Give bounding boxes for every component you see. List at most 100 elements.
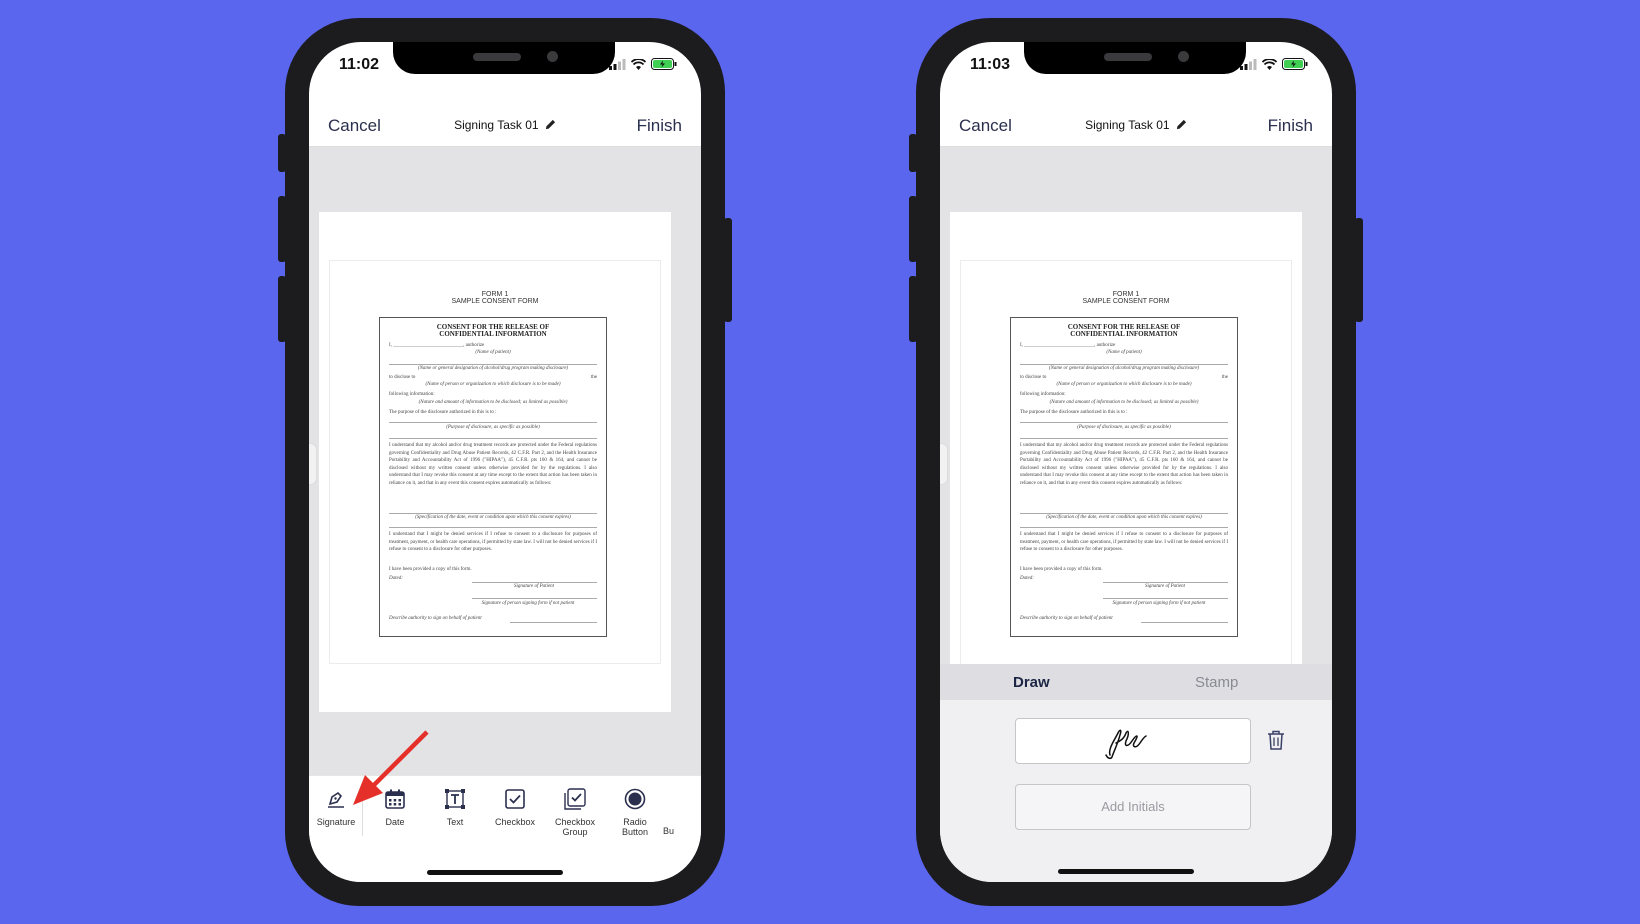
- form-line: [1103, 598, 1228, 599]
- form-text: I have been provided a copy of this form…: [389, 567, 472, 572]
- tool-text[interactable]: Text: [428, 788, 482, 827]
- form-paragraph: I understand that I might be denied serv…: [1020, 532, 1228, 552]
- finish-button[interactable]: Finish: [1268, 116, 1313, 136]
- form-line: [510, 622, 597, 623]
- left-screen: 11:02 Cancel Signing Task 01 Finish FORM…: [309, 42, 701, 882]
- form-line: [1020, 527, 1228, 528]
- form-hint: (Nature and amount of information to be …: [1049, 400, 1199, 405]
- status-time: 11:03: [970, 56, 1011, 73]
- pencil-edit-icon[interactable]: [1176, 119, 1187, 130]
- form-line: [1103, 582, 1228, 583]
- add-initials-button[interactable]: Add Initials: [1015, 784, 1251, 830]
- form-hint: (Name of patient): [475, 350, 511, 355]
- form-hint: (Specification of the date, event or con…: [1046, 515, 1202, 520]
- consent-form: CONSENT FOR THE RELEASE OF CONFIDENTIAL …: [379, 317, 607, 637]
- form-text: the: [590, 375, 597, 380]
- form-text: The purpose of the disclosure authorized…: [1020, 410, 1128, 415]
- checkbox-icon: [505, 789, 525, 809]
- notch: [393, 42, 615, 74]
- tool-date[interactable]: Date: [368, 788, 422, 827]
- form-title-line: CONFIDENTIAL INFORMATION: [1070, 330, 1178, 338]
- document-page: FORM 1 SAMPLE CONSENT FORM CONSENT FOR T…: [950, 212, 1302, 665]
- form-line: [389, 527, 597, 528]
- form-paragraph: I understand that my alcohol and/or drug…: [389, 443, 597, 486]
- form-line: [472, 598, 597, 599]
- tool-label: Checkbox: [494, 817, 536, 827]
- form-line: [389, 364, 597, 365]
- form-text: Dated:: [389, 576, 403, 581]
- page-scroll-handle[interactable]: [309, 443, 317, 485]
- task-title-text: Signing Task 01: [454, 118, 539, 132]
- tab-stamp[interactable]: Stamp: [1195, 674, 1238, 691]
- field-toolbar: Signature Date Text Checkbox Checkbox Gr…: [309, 775, 701, 882]
- tool-signature[interactable]: Signature: [309, 788, 363, 827]
- signature-tabs: Draw Stamp: [940, 664, 1332, 700]
- tool-partial[interactable]: Bu: [663, 788, 693, 836]
- toolbar-divider: [362, 788, 363, 836]
- form-line: [1141, 622, 1228, 623]
- form-line: [472, 582, 597, 583]
- page-scroll-handle[interactable]: [940, 443, 948, 485]
- form-heading: FORM 1 SAMPLE CONSENT FORM: [961, 291, 1291, 305]
- battery-charging-icon: [651, 58, 677, 70]
- document-viewer[interactable]: FORM 1 SAMPLE CONSENT FORM CONSENT FOR T…: [940, 147, 1332, 665]
- form-line: [389, 513, 597, 514]
- tab-draw[interactable]: Draw: [1013, 674, 1050, 691]
- tool-label: Bu: [663, 826, 675, 836]
- form-heading: FORM 1 SAMPLE CONSENT FORM: [330, 291, 660, 305]
- tool-label: Signature: [316, 817, 356, 827]
- status-icons: [609, 58, 677, 70]
- pencil-edit-icon[interactable]: [545, 119, 556, 130]
- volume-down-button: [278, 276, 286, 342]
- signature-panel: Draw Stamp Add Initials: [940, 664, 1332, 882]
- checkbox-group-icon: [564, 788, 586, 810]
- task-title-text: Signing Task 01: [1085, 118, 1170, 132]
- scanned-form-page: FORM 1 SAMPLE CONSENT FORM CONSENT FOR T…: [960, 260, 1292, 665]
- left-phone: 11:02 Cancel Signing Task 01 Finish FORM…: [278, 18, 732, 906]
- power-button: [724, 218, 732, 322]
- calendar-icon: [385, 789, 405, 809]
- tool-checkbox[interactable]: Checkbox: [488, 788, 542, 827]
- status-icons: [1240, 58, 1308, 70]
- form-text: the: [1221, 375, 1228, 380]
- form-text: I have been provided a copy of this form…: [1020, 567, 1103, 572]
- form-label: FORM 1: [1112, 291, 1140, 298]
- form-line: [1020, 364, 1228, 365]
- form-line: [1020, 422, 1228, 423]
- red-arrow-annotation: [353, 730, 429, 805]
- home-indicator: [427, 870, 563, 875]
- form-title: CONSENT FOR THE RELEASE OF CONFIDENTIAL …: [380, 324, 606, 338]
- wifi-icon: [631, 58, 646, 70]
- trash-icon[interactable]: [1267, 730, 1285, 750]
- battery-charging-icon: [1282, 58, 1308, 70]
- form-line: [389, 422, 597, 423]
- signature-pen-icon: [328, 791, 344, 808]
- finish-button[interactable]: Finish: [637, 116, 682, 136]
- form-text: Describe authority to sign on behalf of …: [1020, 616, 1113, 621]
- mute-switch: [909, 134, 917, 172]
- consent-form: CONSENT FOR THE RELEASE OF CONFIDENTIAL …: [1010, 317, 1238, 637]
- right-phone: 11:03 Cancel Signing Task 01 Finish FORM…: [909, 18, 1363, 906]
- document-page: FORM 1 SAMPLE CONSENT FORM CONSENT FOR T…: [319, 212, 671, 712]
- signature-box[interactable]: [1015, 718, 1251, 764]
- form-text: Dated:: [1020, 576, 1034, 581]
- tool-checkbox-group[interactable]: Checkbox Group: [548, 788, 602, 837]
- form-name: SAMPLE CONSENT FORM: [451, 298, 539, 305]
- power-button: [1355, 218, 1363, 322]
- tool-label: Checkbox Group: [555, 817, 596, 837]
- tool-radio-button[interactable]: Radio Button: [608, 788, 662, 837]
- text-box-icon: [445, 789, 465, 809]
- navigation-bar: Cancel Signing Task 01 Finish: [940, 96, 1332, 147]
- volume-up-button: [909, 196, 917, 262]
- tool-label: Radio Button: [621, 817, 649, 837]
- mute-switch: [278, 134, 286, 172]
- form-hint: (Name or general designation of alcohol/…: [417, 366, 569, 371]
- form-hint: (Specification of the date, event or con…: [415, 515, 571, 520]
- drawn-signature: [1105, 729, 1147, 760]
- document-viewer[interactable]: FORM 1 SAMPLE CONSENT FORM CONSENT FOR T…: [309, 147, 701, 775]
- form-hint: Signature of Patient: [1144, 584, 1186, 589]
- form-title: CONSENT FOR THE RELEASE OF CONFIDENTIAL …: [1011, 324, 1237, 338]
- form-hint: (Nature and amount of information to be …: [418, 400, 568, 405]
- notch: [1024, 42, 1246, 74]
- home-indicator: [1058, 869, 1194, 874]
